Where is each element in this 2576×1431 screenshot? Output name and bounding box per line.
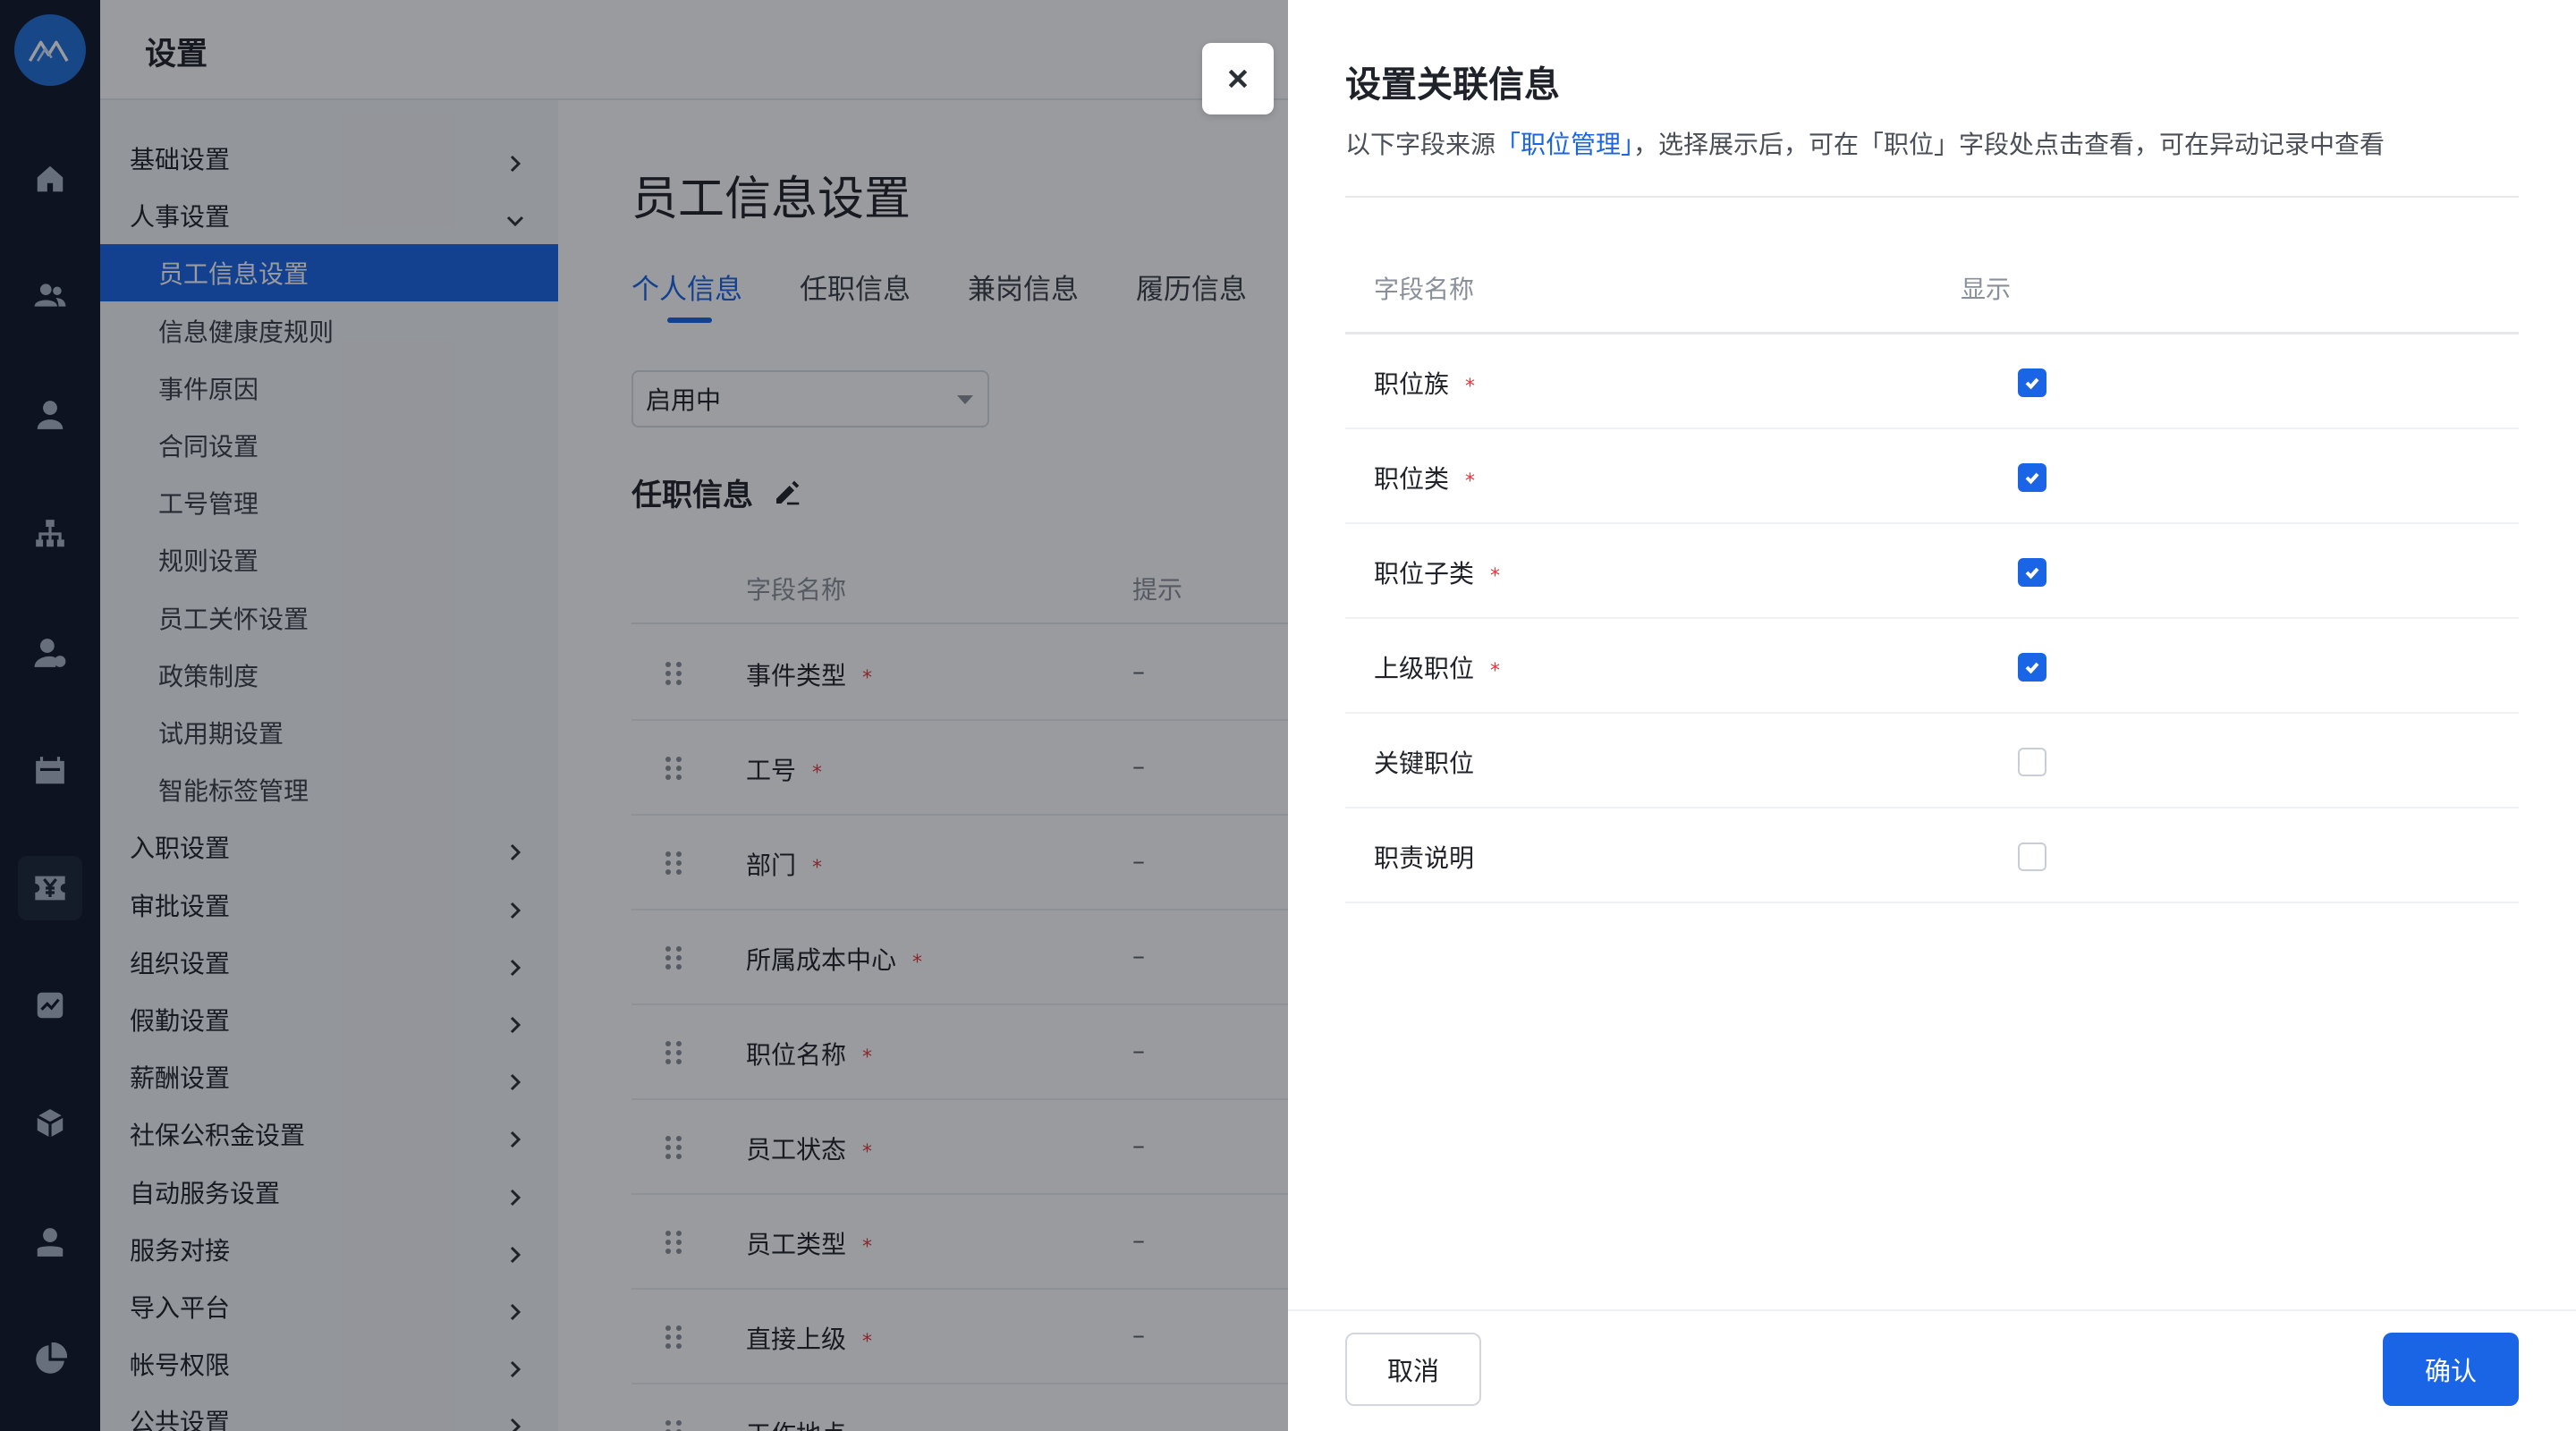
field-name-text: 关键职位: [1374, 749, 1475, 778]
desc-suffix: ，选择展示后，可在「职位」字段处点击查看，可在异动记录中查看: [1633, 130, 2385, 159]
drawer-row: 职责说明: [1345, 809, 2519, 903]
drawer-row: 职位子类 *: [1345, 524, 2519, 619]
close-drawer-button[interactable]: [1202, 43, 1274, 114]
check-icon: [2025, 472, 2039, 485]
position-management-link[interactable]: 「职位管理」: [1496, 130, 1633, 159]
field-name-text: 职位子类: [1374, 559, 1475, 588]
show-checkbox[interactable]: [2018, 368, 2046, 397]
drawer-row: 职位类 *: [1345, 429, 2519, 524]
check-icon: [2025, 567, 2039, 580]
drawer-title: 设置关联信息: [1345, 64, 1560, 106]
related-info-drawer: 设置关联信息 以下字段来源「职位管理」，选择展示后，可在「职位」字段处点击查看，…: [1288, 0, 2576, 1431]
check-icon: [2025, 662, 2039, 674]
field-name: 上级职位 *: [1374, 649, 1500, 685]
col-show: 显示: [1961, 275, 2012, 304]
field-name: 职责说明: [1374, 839, 1490, 875]
field-name: 关键职位: [1374, 744, 1490, 780]
field-name-text: 职责说明: [1374, 843, 1475, 873]
check-icon: [2025, 377, 2039, 390]
field-name: 职位类 *: [1374, 460, 1475, 495]
show-checkbox[interactable]: [2018, 748, 2046, 776]
show-checkbox[interactable]: [2018, 463, 2046, 492]
modal-mask[interactable]: [0, 0, 1288, 1431]
show-checkbox[interactable]: [2018, 843, 2046, 871]
field-name: 职位族 *: [1374, 365, 1475, 401]
cancel-button[interactable]: 取消: [1345, 1333, 1481, 1406]
drawer-table-header: 字段名称 显示: [1345, 254, 2519, 334]
drawer-description: 以下字段来源「职位管理」，选择展示后，可在「职位」字段处点击查看，可在异动记录中…: [1345, 125, 2385, 161]
drawer-row: 上级职位 *: [1345, 619, 2519, 714]
required-mark: *: [1490, 565, 1501, 588]
confirm-button[interactable]: 确认: [2383, 1333, 2519, 1406]
required-mark: *: [1490, 660, 1501, 682]
field-name: 职位子类 *: [1374, 555, 1500, 590]
close-icon: [1228, 69, 1248, 89]
required-mark: *: [1465, 470, 1476, 493]
field-name-text: 职位类: [1374, 464, 1450, 494]
drawer-footer: 取消 确认: [1288, 1309, 2576, 1431]
field-name-text: 职位族: [1374, 369, 1450, 399]
show-checkbox[interactable]: [2018, 558, 2046, 587]
drawer-row: 关键职位: [1345, 714, 2519, 809]
field-name-text: 上级职位: [1374, 654, 1475, 683]
drawer-row: 职位族 *: [1345, 334, 2519, 429]
show-checkbox[interactable]: [2018, 653, 2046, 682]
desc-prefix: 以下字段来源: [1345, 130, 1496, 159]
divider: [1345, 196, 2519, 198]
required-mark: *: [1465, 376, 1476, 398]
col-field-name: 字段名称: [1374, 275, 1475, 304]
